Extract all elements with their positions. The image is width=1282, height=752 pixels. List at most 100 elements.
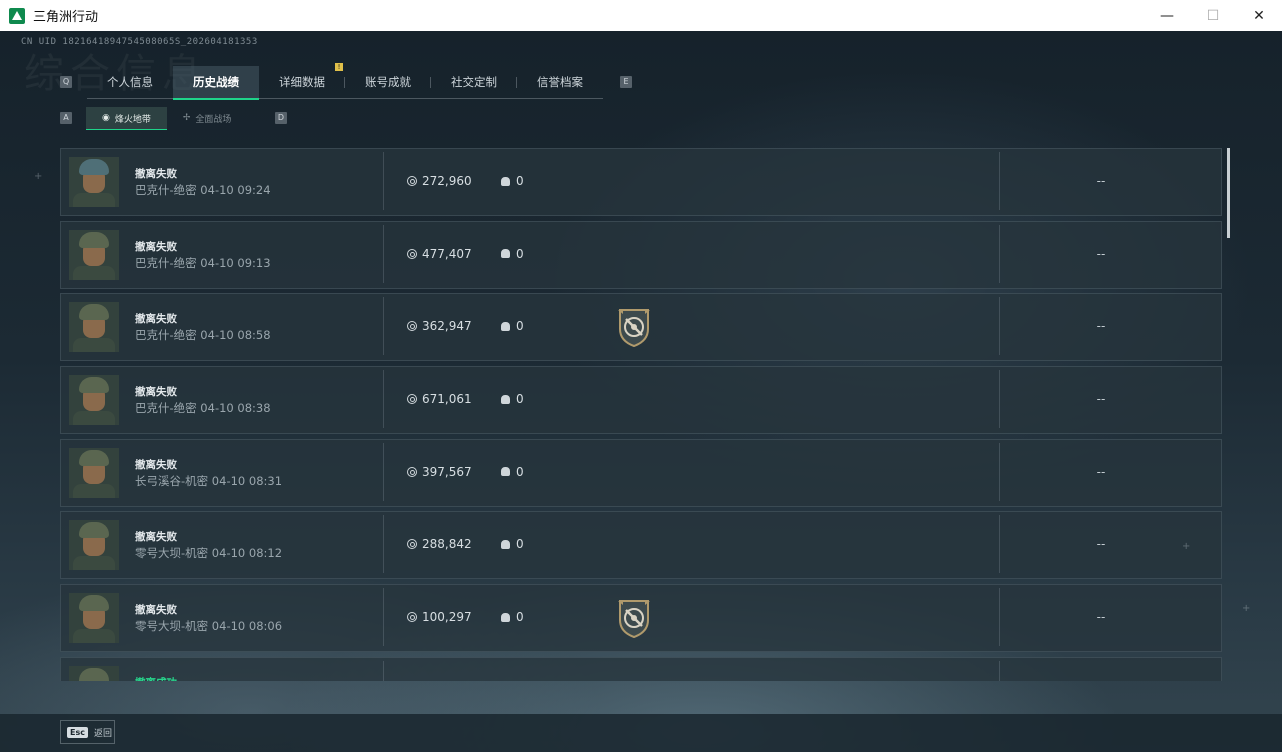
kill-count: 0 <box>501 247 524 261</box>
tab-label: 详细数据 <box>279 75 325 89</box>
kill-count-text: 0 <box>516 392 524 407</box>
subtab-label: 全面战场 <box>195 114 232 125</box>
extraction-result: 撤离失败 <box>135 313 177 326</box>
loot-value: 671,061 <box>407 392 472 406</box>
match-history-list[interactable]: 撤离失败 巴克什-绝密 04-10 09:24 272,960 0 -- 撤离失败 巴克什-… <box>60 148 1222 681</box>
loot-value-text: 362,947 <box>422 319 472 334</box>
tab-3[interactable]: 账号成就 <box>345 66 431 98</box>
match-record-row[interactable]: 撤离失败 巴克什-绝密 04-10 09:24 272,960 0 -- <box>60 148 1222 216</box>
main-tabs: 个人信息 历史战绩 详细数据! 账号成就 社交定制 信誉档案 <box>87 63 603 100</box>
column-divider <box>383 224 384 283</box>
loot-value-text: 671,061 <box>422 392 472 407</box>
operator-avatar <box>69 229 119 280</box>
tab-next-key-hint[interactable]: E <box>620 76 632 88</box>
subtab-1[interactable]: ✢ 全面战场 <box>167 107 248 129</box>
skull-icon <box>501 539 510 549</box>
loot-value-text: 397,567 <box>422 464 472 479</box>
tab-1[interactable]: 历史战绩 <box>173 66 259 100</box>
operator-avatar <box>69 375 119 426</box>
subtab-next-key-hint[interactable]: D <box>275 112 287 124</box>
match-record-row[interactable]: 撤离失败巴克什-绝密 04-10 08:58 362,947 0 -- <box>60 293 1222 362</box>
map-and-time: 巴克什-绝密 04-10 08:58 <box>135 328 271 343</box>
loot-value: 100,297 <box>407 610 472 624</box>
extraction-result: 撤离失败 <box>135 604 177 617</box>
operator-avatar <box>69 520 119 571</box>
operator-avatar <box>69 665 119 681</box>
kill-count: 0 <box>501 319 524 333</box>
match-record-row[interactable]: 撤离失败巴克什-绝密 04-10 08:38 671,061 0 -- <box>60 366 1222 435</box>
skull-icon <box>501 249 510 259</box>
match-record-row[interactable]: 撤离失败 长弓溪谷-机密 04-10 08:31 397,567 0 -- <box>60 438 1222 507</box>
subtab-label: 烽火地带 <box>114 114 151 125</box>
map-and-time: 巴克什-绝密 04-10 08:38 <box>135 401 271 416</box>
tab-0[interactable]: 个人信息 <box>87 66 173 98</box>
operator-avatar <box>69 302 119 353</box>
match-record-row[interactable]: 撤离失败 巴克什-绝密 04-10 09:13 477,407 0 -- <box>60 220 1222 289</box>
kill-count-text: 0 <box>516 464 524 479</box>
tab-label: 个人信息 <box>107 75 153 89</box>
kill-count: 0 <box>501 392 524 406</box>
close-button[interactable]: ✕ <box>1236 0 1282 31</box>
kill-count: 0 <box>501 465 524 479</box>
fire-zone-icon: ◉ <box>102 113 110 123</box>
tab-label: 社交定制 <box>451 75 497 89</box>
column-divider <box>999 152 1000 210</box>
tab-2[interactable]: 详细数据! <box>259 63 345 98</box>
tab-prev-key-hint[interactable]: Q <box>60 76 72 88</box>
map-and-time: 零号大坝-机密 04-10 08:06 <box>135 619 283 634</box>
extraction-result: 撤离失败 <box>135 531 177 544</box>
maximize-button[interactable]: ☐ <box>1190 0 1236 31</box>
subtab-0[interactable]: ◉ 烽火地带 <box>86 107 167 130</box>
tab-5[interactable]: 信誉档案 <box>517 66 603 98</box>
kill-count-text: 0 <box>516 319 524 334</box>
column-divider <box>383 297 384 356</box>
minimize-button[interactable]: — <box>1144 0 1190 31</box>
hud-cross-icon: + <box>34 171 43 182</box>
match-record-row[interactable]: 撤离失败零号大坝-机密 04-10 08:12 288,842 0 -- <box>60 511 1222 580</box>
extra-stat: -- <box>1096 246 1106 261</box>
extraction-result: 撤离失败 <box>135 458 177 471</box>
map-and-time: 长弓溪谷-机密 04-10 08:31 <box>135 473 283 488</box>
kill-count-text: 0 <box>516 610 524 625</box>
subtab-prev-key-hint[interactable]: A <box>60 112 72 124</box>
column-divider <box>999 224 1000 283</box>
tab-label: 历史战绩 <box>193 75 239 89</box>
footer-bar <box>0 714 1282 752</box>
list-scrollbar[interactable] <box>1227 148 1230 238</box>
achievement-shield-icon[interactable] <box>614 307 654 348</box>
loot-value: 397,567 <box>407 465 472 479</box>
match-record-row[interactable]: 撤离成功零号大坝-机密 04-10 07:52560,1810-- <box>60 656 1222 681</box>
column-divider <box>383 515 384 574</box>
loot-value-text: 100,297 <box>422 610 472 625</box>
extraction-result: 撤离失败 <box>135 386 177 399</box>
coin-icon <box>407 539 417 550</box>
achievement-shield-icon[interactable] <box>614 598 654 639</box>
esc-key-icon: Esc <box>67 726 88 738</box>
mode-subtabs: ◉ 烽火地带 ✢ 全面战场 <box>86 107 248 130</box>
back-label: 返回 <box>93 728 112 739</box>
coin-icon <box>407 466 417 477</box>
back-button[interactable]: Esc 返回 <box>60 720 115 744</box>
coin-icon <box>407 612 417 623</box>
window-controls: — ☐ ✕ <box>1144 0 1282 31</box>
coin-icon <box>407 248 417 259</box>
skull-icon <box>501 321 510 331</box>
extra-stat: -- <box>1096 537 1106 552</box>
app-logo-icon <box>9 7 25 24</box>
extra-stat: -- <box>1096 319 1106 334</box>
coin-icon <box>407 176 417 186</box>
loot-value: 288,842 <box>407 537 472 551</box>
match-record-row[interactable]: 撤离失败 零号大坝-机密 04-10 08:06 100,297 0 -- <box>60 584 1222 653</box>
loot-value-text: 288,842 <box>422 537 472 552</box>
extra-stat: -- <box>1096 392 1106 407</box>
tab-4[interactable]: 社交定制 <box>431 66 517 98</box>
column-divider <box>383 152 384 210</box>
kill-count: 0 <box>501 610 524 624</box>
map-and-time: 巴克什-绝密 04-10 09:24 <box>135 183 271 197</box>
map-and-time: 巴克什-绝密 04-10 09:13 <box>135 255 271 270</box>
kill-count-text: 0 <box>516 537 524 552</box>
window-titlebar: 三角洲行动 — ☐ ✕ <box>0 0 1282 32</box>
map-and-time: 零号大坝-机密 04-10 08:12 <box>135 546 283 561</box>
column-divider <box>999 297 1000 356</box>
coin-icon <box>407 394 417 405</box>
